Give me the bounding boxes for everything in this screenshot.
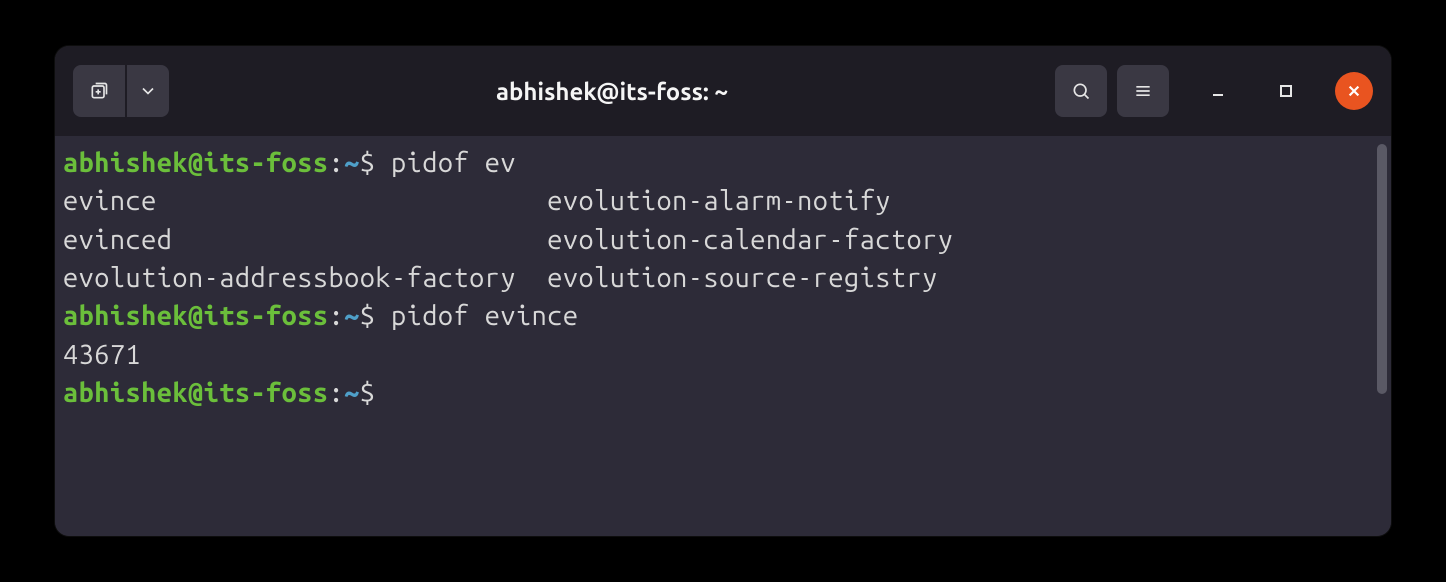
minimize-icon [1210,83,1226,99]
output-text: evolution-addressbook-factory evolution-… [63,263,938,293]
terminal-output-line: evince evolution-alarm-notify [63,182,1379,220]
prompt-user-host: abhishek@its-foss [63,301,329,331]
prompt-symbol: $ [360,301,391,331]
prompt-user-host: abhishek@its-foss [63,148,329,178]
terminal-output-line: 43671 [63,336,1379,374]
titlebar: abhishek@its-foss: ~ [55,46,1391,136]
prompt-path: ~ [344,148,360,178]
search-icon [1071,81,1091,101]
terminal-prompt-line: abhishek@its-foss:~$ pidof ev [63,144,1379,182]
window-title: abhishek@its-foss: ~ [179,78,1045,105]
terminal-window: abhishek@its-foss: ~ [55,46,1391,536]
terminal-output-line: evinced evolution-calendar-factory [63,221,1379,259]
maximize-button[interactable] [1267,72,1305,110]
minimize-button[interactable] [1199,72,1237,110]
output-text: 43671 [63,340,141,370]
search-button[interactable] [1055,65,1107,117]
prompt-path: ~ [344,301,360,331]
tab-dropdown-button[interactable] [127,65,169,117]
terminal-prompt-line: abhishek@its-foss:~$ [63,374,1379,412]
titlebar-right-group [1055,65,1373,117]
prompt-separator: : [329,301,345,331]
terminal-content: abhishek@its-foss:~$ pidof evevince evol… [63,144,1379,412]
maximize-icon [1278,83,1294,99]
hamburger-icon [1133,81,1153,101]
close-icon [1347,84,1361,98]
prompt-symbol: $ [360,378,391,408]
menu-button[interactable] [1117,65,1169,117]
prompt-separator: : [329,148,345,178]
command-text: pidof ev [391,148,516,178]
chevron-down-icon [138,81,158,101]
output-text: evinced evolution-calendar-factory [63,225,953,255]
new-tab-icon [89,81,109,101]
prompt-user-host: abhishek@its-foss [63,378,329,408]
terminal-output-line: evolution-addressbook-factory evolution-… [63,259,1379,297]
titlebar-left-group [73,65,169,117]
close-button[interactable] [1335,72,1373,110]
prompt-path: ~ [344,378,360,408]
prompt-symbol: $ [360,148,391,178]
prompt-separator: : [329,378,345,408]
command-text: pidof evince [391,301,578,331]
output-text: evince evolution-alarm-notify [63,186,891,216]
new-tab-button[interactable] [73,65,125,117]
terminal-body[interactable]: abhishek@its-foss:~$ pidof evevince evol… [55,136,1391,536]
terminal-prompt-line: abhishek@its-foss:~$ pidof evince [63,297,1379,335]
scrollbar-thumb[interactable] [1377,144,1387,394]
